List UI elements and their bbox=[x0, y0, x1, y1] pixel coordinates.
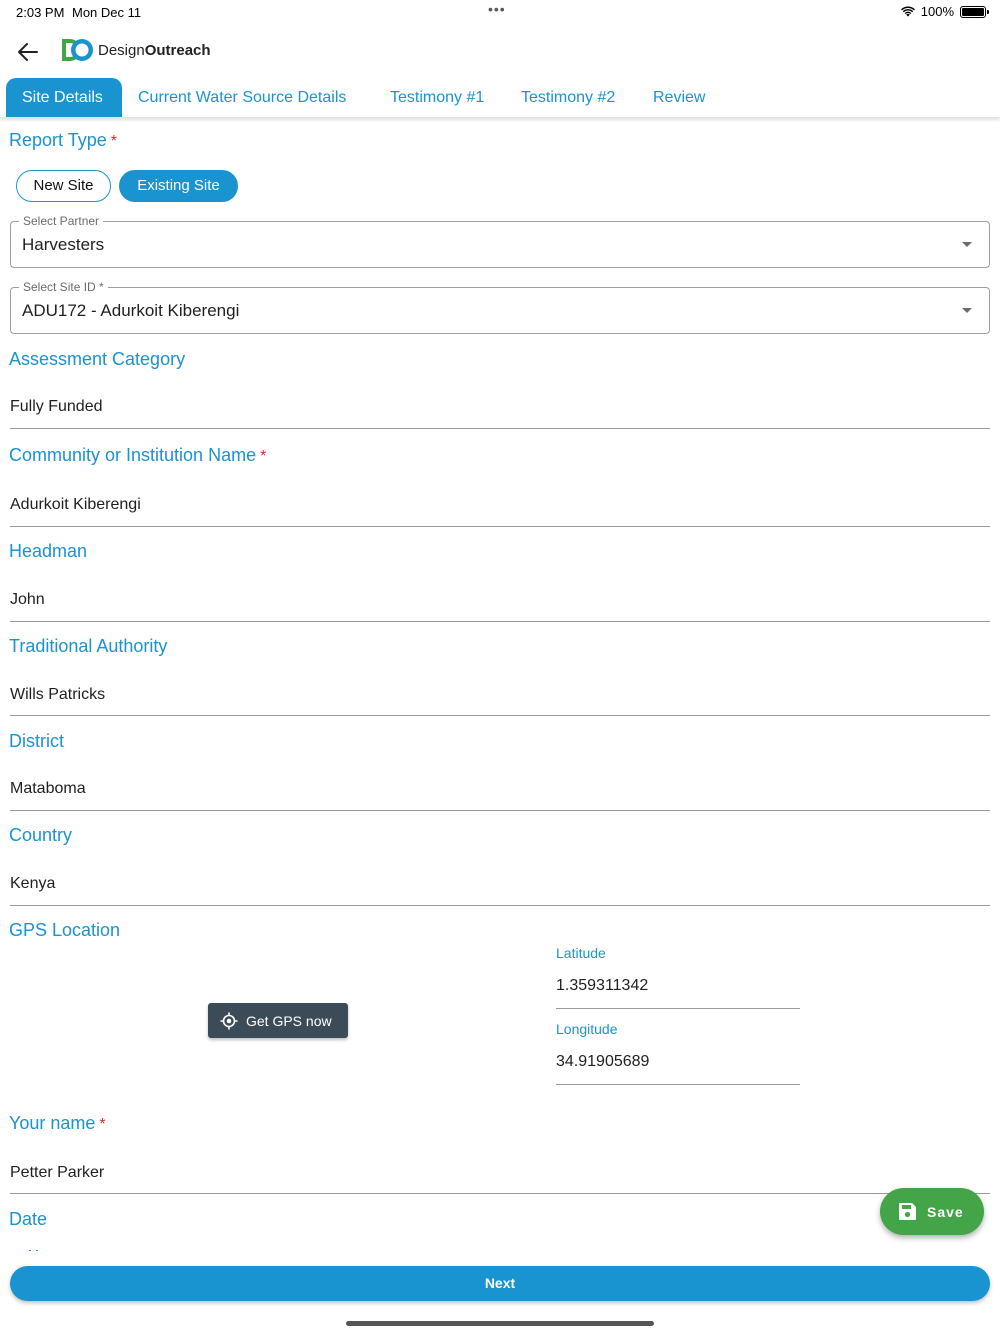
district-field[interactable]: Mataboma bbox=[10, 780, 86, 798]
status-time: 2:03 PM bbox=[16, 5, 65, 20]
get-gps-button[interactable]: Get GPS now bbox=[208, 1003, 348, 1038]
tab-bar: Site Details Current Water Source Detail… bbox=[0, 78, 1000, 118]
existing-site-button[interactable]: Existing Site bbox=[119, 170, 238, 202]
traditional-authority-label: Traditional Authority bbox=[9, 636, 168, 656]
headman-label: Headman bbox=[9, 541, 88, 561]
longitude-underline bbox=[556, 1084, 800, 1085]
next-button[interactable]: Next bbox=[10, 1266, 990, 1301]
your-name-underline bbox=[10, 1193, 990, 1194]
design-outreach-logo-icon bbox=[62, 39, 93, 61]
app-bar: DesignOutreach bbox=[0, 28, 1000, 74]
app-name: DesignOutreach bbox=[98, 42, 211, 59]
latitude-underline bbox=[556, 1008, 800, 1009]
date-label: Date bbox=[9, 1209, 48, 1229]
save-button-label: Save bbox=[927, 1203, 964, 1220]
get-gps-button-label: Get GPS now bbox=[246, 1012, 332, 1029]
latitude-label: Latitude bbox=[556, 945, 606, 961]
wifi-icon bbox=[900, 6, 915, 17]
community-name-field[interactable]: Adurkoit Kiberengi bbox=[10, 496, 141, 514]
partner-select-value: Harvesters bbox=[22, 235, 105, 254]
battery-icon bbox=[960, 5, 989, 18]
country-label: Country bbox=[9, 825, 73, 845]
required-marker: * bbox=[260, 448, 267, 465]
assessment-category-field[interactable]: Fully Funded bbox=[10, 398, 103, 416]
report-type-label: Report Type * bbox=[9, 130, 117, 151]
assessment-category-label: Assessment Category bbox=[9, 349, 186, 369]
district-label: District bbox=[9, 731, 64, 751]
longitude-field[interactable]: 34.91905689 bbox=[556, 1053, 649, 1071]
save-button[interactable]: Save bbox=[880, 1188, 984, 1235]
report-type-label-text: Report Type bbox=[9, 130, 107, 150]
home-indicator[interactable] bbox=[346, 1321, 654, 1326]
longitude-label: Longitude bbox=[556, 1021, 618, 1037]
latitude-field[interactable]: 1.359311342 bbox=[556, 977, 648, 995]
site-id-select[interactable]: Select Site ID * ADU172 - Adurkoit Kiber… bbox=[10, 280, 990, 334]
tab-site-details[interactable]: Site Details bbox=[6, 78, 122, 117]
tab-current-water-source-details[interactable]: Current Water Source Details bbox=[122, 78, 362, 117]
multitasking-dots-icon[interactable]: ••• bbox=[488, 1, 506, 17]
headman-underline bbox=[10, 621, 990, 622]
partner-select[interactable]: Select Partner Harvesters bbox=[10, 214, 990, 268]
tab-testimony-2[interactable]: Testimony #2 bbox=[505, 78, 631, 117]
your-name-label-text: Your name bbox=[9, 1113, 96, 1133]
new-site-button[interactable]: New Site bbox=[16, 170, 111, 202]
app-name-bold: Outreach bbox=[144, 41, 211, 59]
battery-percent: 100% bbox=[920, 4, 954, 19]
save-disk-icon bbox=[899, 1203, 916, 1220]
assessment-category-underline bbox=[10, 428, 990, 429]
country-field[interactable]: Kenya bbox=[10, 875, 55, 893]
your-name-field[interactable]: Petter Parker bbox=[10, 1164, 104, 1182]
district-underline bbox=[10, 810, 990, 811]
community-name-label-text: Community or Institution Name bbox=[9, 445, 257, 465]
gps-target-icon bbox=[220, 1012, 238, 1029]
traditional-authority-underline bbox=[10, 715, 990, 716]
app-logo: DesignOutreach bbox=[60, 38, 211, 62]
tab-testimony-1[interactable]: Testimony #1 bbox=[374, 78, 500, 117]
country-underline bbox=[10, 905, 990, 906]
required-marker: * bbox=[110, 133, 117, 150]
back-button[interactable] bbox=[14, 38, 42, 66]
site-id-select-legend: Select Site ID * bbox=[19, 280, 108, 294]
dropdown-arrow-icon bbox=[962, 308, 972, 313]
tab-review[interactable]: Review bbox=[637, 78, 721, 117]
community-name-label: Community or Institution Name * bbox=[9, 445, 266, 466]
required-marker: * bbox=[99, 1116, 106, 1133]
traditional-authority-field[interactable]: Wills Patricks bbox=[10, 686, 105, 704]
headman-field[interactable]: John bbox=[10, 591, 45, 609]
app-name-prefix: Design bbox=[98, 41, 145, 59]
gps-location-label: GPS Location bbox=[9, 920, 121, 940]
status-date: Mon Dec 11 bbox=[72, 5, 142, 20]
site-id-select-value: ADU172 - Adurkoit Kiberengi bbox=[22, 301, 240, 320]
your-name-label: Your name * bbox=[9, 1113, 106, 1134]
status-bar: 2:03 PM Mon Dec 11 ••• 100% bbox=[0, 0, 1000, 26]
dropdown-arrow-icon bbox=[962, 242, 972, 247]
community-name-underline bbox=[10, 526, 990, 527]
back-arrow-icon bbox=[18, 43, 38, 61]
calendar-icon[interactable] bbox=[25, 1244, 42, 1251]
status-indicators: 100% bbox=[900, 4, 989, 19]
partner-select-legend: Select Partner bbox=[19, 214, 104, 228]
